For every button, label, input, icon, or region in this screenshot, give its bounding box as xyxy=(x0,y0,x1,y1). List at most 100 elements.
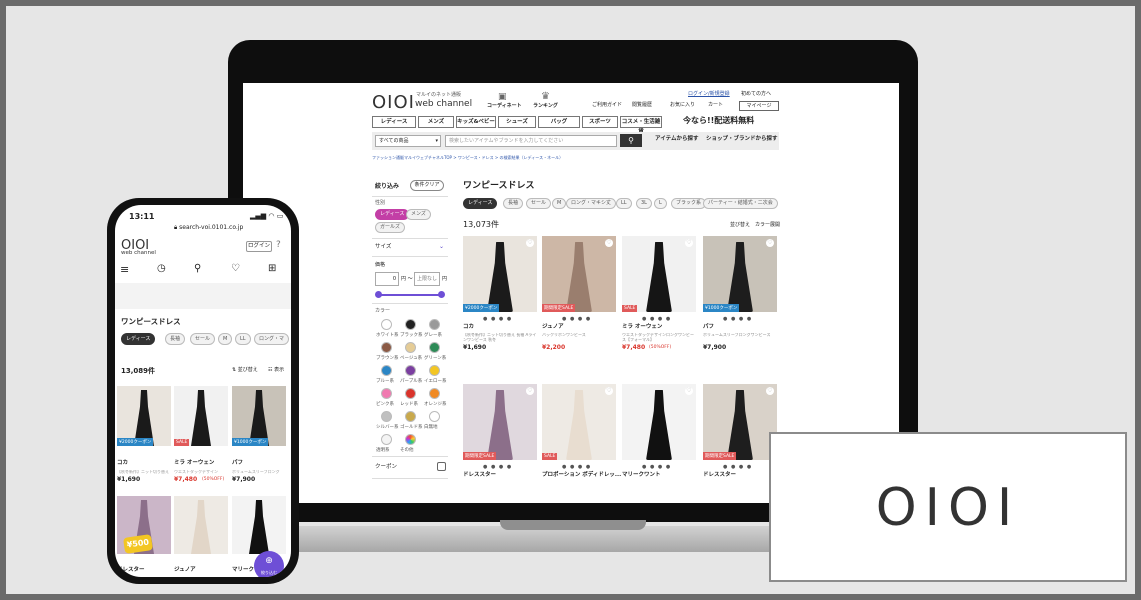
mobile-sort-link[interactable]: ⇅ 並び替え xyxy=(232,368,258,373)
product-brand[interactable]: パフ xyxy=(703,324,714,331)
guide-link[interactable]: ご利用ガイド xyxy=(592,103,622,108)
mobile-product-image[interactable]: SALE xyxy=(174,386,228,446)
color-swatch[interactable] xyxy=(381,388,392,399)
price-max-input[interactable]: 上限なし xyxy=(414,272,440,286)
price-slider-track[interactable] xyxy=(378,294,442,296)
category-select[interactable]: すべての商品 ▾ xyxy=(375,135,441,147)
variant-dots[interactable]: ● ● ● ● xyxy=(723,316,752,322)
filter-chip[interactable]: 3L xyxy=(636,198,652,209)
product-image[interactable]: ♡ 期間限定SALE xyxy=(542,236,616,312)
gender-mens-tag[interactable]: メンズ xyxy=(406,209,431,220)
color-swatch[interactable] xyxy=(405,365,416,376)
heart-icon[interactable]: ♡ xyxy=(231,264,240,274)
product-brand[interactable]: マリークワント xyxy=(622,472,661,479)
product-brand[interactable]: ジュノア xyxy=(542,324,564,331)
product-image[interactable]: ♡ 期間限定SALE xyxy=(703,384,777,460)
favorite-heart-icon[interactable]: ♡ xyxy=(605,239,613,247)
site-logo[interactable]: OIOI xyxy=(372,94,415,112)
filter-clear-button[interactable]: 条件クリア xyxy=(410,180,444,191)
color-swatch[interactable] xyxy=(429,319,440,330)
favorite-heart-icon[interactable]: ♡ xyxy=(766,239,774,247)
color-swatch[interactable] xyxy=(381,411,392,422)
nav-kids[interactable]: キッズ&ベビー xyxy=(456,116,496,128)
product-description[interactable]: バックリボンワンピース xyxy=(542,333,616,342)
favorite-heart-icon[interactable]: ♡ xyxy=(526,239,534,247)
color-swatch[interactable] xyxy=(405,319,416,330)
product-brand[interactable]: ドレススター xyxy=(703,472,736,479)
product-image[interactable]: ♡ SALE xyxy=(622,236,696,312)
product-brand[interactable]: ドレススター xyxy=(463,472,496,479)
filter-chip[interactable]: ロング・マキシ丈 xyxy=(566,198,617,209)
mobile-filter-fab[interactable]: ⊕ 絞り込む xyxy=(254,551,284,577)
filter-chip[interactable]: 長袖 xyxy=(503,198,524,209)
color-swatch[interactable] xyxy=(429,388,440,399)
favorite-link[interactable]: お気に入り xyxy=(670,103,695,108)
gender-girls-tag[interactable]: ガールズ xyxy=(375,222,406,233)
color-swatch[interactable] xyxy=(405,411,416,422)
history-icon[interactable]: ◷ xyxy=(157,264,166,274)
help-icon[interactable]: ? xyxy=(276,241,281,250)
shop-search-link[interactable]: ショップ・ブランドから探す xyxy=(706,136,778,143)
search-button[interactable]: ⚲ xyxy=(620,134,642,147)
mobile-filter-chip[interactable]: M xyxy=(218,333,233,345)
product-image[interactable]: ♡ ¥2000クーポン xyxy=(463,236,537,312)
mobile-filter-chip[interactable]: ロング・マ xyxy=(254,333,290,345)
variant-dots[interactable]: ● ● ● ● xyxy=(483,316,512,322)
nav-mens[interactable]: メンズ xyxy=(418,116,454,128)
search-icon[interactable]: ⚲ xyxy=(194,264,201,274)
mobile-filter-chip[interactable]: レディース xyxy=(121,333,156,345)
mobile-product-image[interactable]: ¥1000クーポン xyxy=(232,386,286,446)
mobile-display-link[interactable]: ☷ 表示 xyxy=(268,368,284,373)
breadcrumb[interactable]: ファッション通販マルイウェブチャネルTOP > ワンピース・ドレス > の検索結… xyxy=(372,156,563,160)
product-description[interactable]: 【秋冬新作】ニット切り替え 長袖 Aラインワンピース 秋冬 xyxy=(463,333,537,342)
variant-dots[interactable]: ● ● ● ● xyxy=(723,464,752,470)
variant-dots[interactable]: ● ● ● ● xyxy=(483,464,512,470)
price-slider-min-handle[interactable] xyxy=(375,291,382,298)
mobile-login-button[interactable]: ログイン xyxy=(246,241,272,252)
ranking-link[interactable]: ランキング xyxy=(533,104,558,109)
nav-shoes[interactable]: シューズ xyxy=(498,116,536,128)
gender-ladies-tag[interactable]: レディース xyxy=(375,209,410,220)
camera-icon[interactable]: ▣ xyxy=(498,93,507,102)
color-swatch[interactable] xyxy=(405,342,416,353)
mobile-product-image[interactable]: ¥2000クーポン xyxy=(117,386,171,446)
nav-cosme[interactable]: コスメ・生活雑貨 xyxy=(620,116,662,135)
filter-chip[interactable]: LL xyxy=(616,198,632,209)
mobile-product-brand[interactable]: ジュノア xyxy=(174,567,196,574)
color-swatch[interactable] xyxy=(429,411,440,422)
nav-bags[interactable]: バッグ xyxy=(538,116,580,128)
menu-icon[interactable]: ≡ xyxy=(120,264,129,275)
cart-link[interactable]: カート xyxy=(708,103,723,108)
size-label[interactable]: サイズ xyxy=(375,244,391,251)
variant-dots[interactable]: ● ● ● ● xyxy=(562,316,591,322)
filter-chip[interactable]: L xyxy=(654,198,667,209)
filter-chip[interactable]: レディース xyxy=(463,198,498,209)
variant-dots[interactable]: ● ● ● ● xyxy=(562,464,591,470)
color-swatch[interactable] xyxy=(429,342,440,353)
mobile-product-description[interactable]: ボリュームスリーブロング xyxy=(232,470,286,474)
product-brand[interactable]: プロポーション ボディドレッ... xyxy=(542,472,621,479)
mobile-product-brand[interactable]: ミラ オーウェン xyxy=(174,460,214,467)
product-description[interactable]: ウエストタックデザインロングワンピース【フォーマル】 xyxy=(622,333,696,342)
product-brand[interactable]: コカ xyxy=(463,324,474,331)
favorite-heart-icon[interactable]: ♡ xyxy=(526,387,534,395)
mobile-filter-chip[interactable]: セール xyxy=(190,333,216,345)
nav-sports[interactable]: スポーツ xyxy=(582,116,618,128)
favorite-heart-icon[interactable]: ♡ xyxy=(605,387,613,395)
mobile-product-description[interactable]: ウエストタックデザイン xyxy=(174,470,228,474)
filter-chip[interactable]: パーティー・結婚式・二次会 xyxy=(703,198,778,209)
product-image[interactable]: ♡ xyxy=(622,384,696,460)
first-time-link[interactable]: 初めての方へ xyxy=(741,92,771,97)
mobile-product-brand[interactable]: パフ xyxy=(232,460,243,467)
price-min-input[interactable]: 0 xyxy=(375,272,399,286)
mobile-product-brand[interactable]: コカ xyxy=(117,460,128,467)
price-slider-max-handle[interactable] xyxy=(438,291,445,298)
mobile-filter-chip[interactable]: 長袖 xyxy=(165,333,186,345)
favorite-heart-icon[interactable]: ♡ xyxy=(685,387,693,395)
color-swatch[interactable] xyxy=(429,365,440,376)
color-swatch[interactable] xyxy=(381,319,392,330)
product-image[interactable]: ♡ SALE xyxy=(542,384,616,460)
filter-chip[interactable]: ブラック系 xyxy=(671,198,707,209)
cart-icon[interactable]: ⊞ xyxy=(268,264,276,274)
login-link[interactable]: ログイン/新規登録 xyxy=(688,92,730,97)
